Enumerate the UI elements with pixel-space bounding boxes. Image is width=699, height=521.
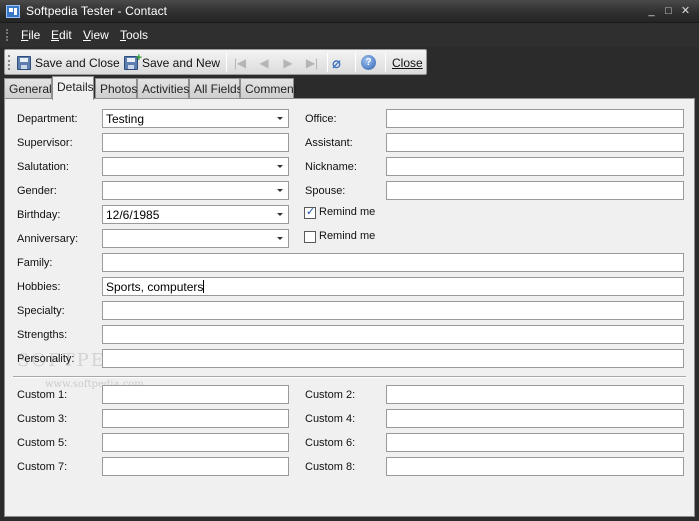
- previous-record-button[interactable]: ◀: [253, 52, 275, 73]
- tab-general[interactable]: General: [4, 78, 52, 99]
- office-field[interactable]: [386, 109, 684, 128]
- save-and-new-button[interactable]: + Save and New: [124, 52, 220, 73]
- next-record-button[interactable]: ▶: [277, 52, 299, 73]
- title-bar: Softpedia Tester - Contact _ □ ✕: [0, 0, 699, 23]
- family-label: Family:: [17, 257, 53, 269]
- close-button[interactable]: Close: [392, 52, 423, 73]
- custom3-label: Custom 3:: [17, 413, 68, 425]
- tab-comment[interactable]: Comment: [240, 78, 297, 99]
- custom1-label: Custom 1:: [17, 389, 68, 401]
- details-panel: Department: Testing Supervisor: Salutati…: [4, 98, 695, 517]
- nickname-label: Nickname:: [305, 161, 357, 173]
- tab-activities[interactable]: Activities: [137, 78, 189, 99]
- menu-view[interactable]: View: [83, 28, 109, 42]
- last-record-button[interactable]: ▶|: [301, 52, 323, 73]
- tab-details[interactable]: Details: [52, 76, 94, 100]
- family-field[interactable]: [102, 253, 684, 272]
- department-dropdown[interactable]: Testing: [102, 109, 289, 128]
- menu-grip[interactable]: [6, 29, 8, 41]
- birthday-remind-checkbox[interactable]: [304, 205, 316, 219]
- strengths-label: Strengths:: [17, 329, 68, 341]
- help-button[interactable]: ?: [361, 52, 376, 73]
- close-window-icon[interactable]: ✕: [679, 5, 692, 17]
- anniversary-remind-checkbox[interactable]: [304, 231, 316, 243]
- next-icon: ▶: [283, 55, 293, 70]
- custom8-label: Custom 8:: [305, 461, 356, 473]
- custom6-label: Custom 6:: [305, 437, 356, 449]
- custom1-field[interactable]: [102, 385, 289, 404]
- supervisor-label: Supervisor:: [17, 137, 73, 149]
- custom8-field[interactable]: [386, 457, 684, 476]
- toolbar-grip[interactable]: [8, 55, 10, 70]
- anniversary-picker[interactable]: [102, 229, 289, 248]
- chevron-down-icon: [277, 213, 283, 216]
- menu-edit[interactable]: Edit: [51, 28, 72, 42]
- custom2-field[interactable]: [386, 385, 684, 404]
- save-disk-icon: [17, 55, 31, 70]
- custom5-field[interactable]: [102, 433, 289, 452]
- minimize-icon[interactable]: _: [645, 5, 658, 17]
- maximize-icon[interactable]: □: [662, 5, 675, 17]
- office-label: Office:: [305, 113, 337, 125]
- custom2-label: Custom 2:: [305, 389, 356, 401]
- strengths-field[interactable]: [102, 325, 684, 344]
- gender-dropdown[interactable]: [102, 181, 289, 200]
- menu-bar: File Edit View Tools: [0, 23, 699, 47]
- salutation-label: Salutation:: [17, 161, 69, 173]
- department-label: Department:: [17, 113, 78, 125]
- last-record-icon: ▶|: [305, 55, 319, 70]
- save-and-close-button[interactable]: Save and Close: [17, 52, 120, 73]
- window-title: Softpedia Tester - Contact: [26, 4, 168, 18]
- salutation-dropdown[interactable]: [102, 157, 289, 176]
- first-record-icon: |◀: [233, 55, 247, 70]
- hobbies-label: Hobbies:: [17, 281, 61, 293]
- anniversary-remind-label: Remind me: [319, 230, 376, 242]
- menu-file[interactable]: File: [21, 28, 40, 42]
- custom3-field[interactable]: [102, 409, 289, 428]
- tab-photos[interactable]: Photos: [95, 78, 137, 99]
- assistant-label: Assistant:: [305, 137, 353, 149]
- chevron-down-icon: [277, 117, 283, 120]
- personality-field[interactable]: [102, 349, 684, 368]
- custom6-field[interactable]: [386, 433, 684, 452]
- custom4-label: Custom 4:: [305, 413, 356, 425]
- attach-button[interactable]: ⌀: [332, 52, 341, 73]
- spouse-field[interactable]: [386, 181, 684, 200]
- anniversary-label: Anniversary:: [17, 233, 79, 245]
- chevron-down-icon: [277, 189, 283, 192]
- specialty-field[interactable]: [102, 301, 684, 320]
- birthday-remind-label: Remind me: [319, 206, 376, 218]
- chevron-down-icon: [277, 165, 283, 168]
- nickname-field[interactable]: [386, 157, 684, 176]
- paperclip-icon: ⌀: [332, 54, 342, 72]
- birthday-label: Birthday:: [17, 209, 61, 221]
- section-divider: [13, 376, 686, 378]
- custom4-field[interactable]: [386, 409, 684, 428]
- gender-label: Gender:: [17, 185, 57, 197]
- spouse-label: Spouse:: [305, 185, 346, 197]
- tab-all-fields[interactable]: All Fields: [189, 78, 243, 99]
- help-icon: ?: [361, 55, 376, 70]
- chevron-down-icon: [277, 237, 283, 240]
- previous-icon: ◀: [259, 55, 269, 70]
- supervisor-field[interactable]: [102, 133, 289, 152]
- birthday-picker[interactable]: 12/6/1985: [102, 205, 289, 224]
- personality-label: Personality:: [17, 353, 75, 365]
- save-new-icon: +: [124, 52, 142, 70]
- custom5-label: Custom 5:: [17, 437, 68, 449]
- custom7-field[interactable]: [102, 457, 289, 476]
- menu-tools[interactable]: Tools: [120, 28, 148, 42]
- custom7-label: Custom 7:: [17, 461, 68, 473]
- hobbies-field[interactable]: Sports, computers: [102, 277, 684, 296]
- toolbar: Save and Close + Save and New |◀ ◀ ▶ ▶| …: [4, 49, 427, 75]
- specialty-label: Specialty:: [17, 305, 65, 317]
- assistant-field[interactable]: [386, 133, 684, 152]
- first-record-button[interactable]: |◀: [229, 52, 251, 73]
- app-icon: [6, 5, 20, 18]
